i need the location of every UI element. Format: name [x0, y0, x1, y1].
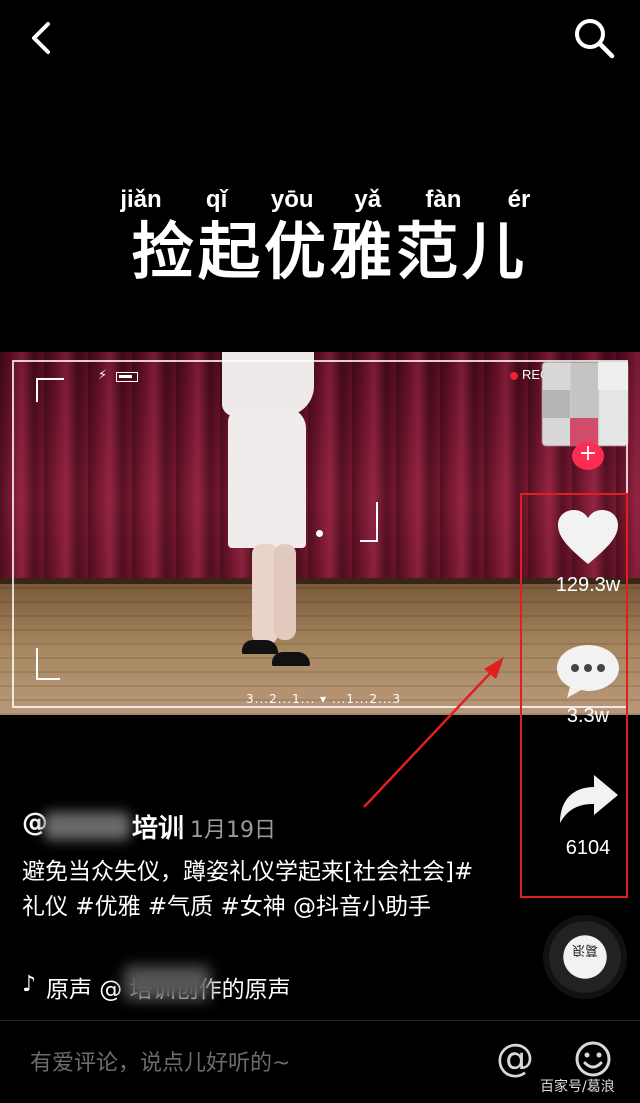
music-note-icon: ♪ [22, 972, 37, 997]
post-date: · 1月19日 [176, 818, 276, 843]
back-button[interactable] [22, 18, 62, 58]
music-author-blurred [124, 966, 210, 1000]
mention-button[interactable]: @ [496, 1036, 534, 1080]
flash-icon: ⚡ [98, 368, 108, 383]
avatar-pixel [542, 390, 570, 418]
comment-input[interactable]: 有爱评论，说点儿好听的~ [30, 1045, 290, 1077]
video-title: 捡起优雅范儿 [131, 215, 528, 288]
record-dot-icon [510, 372, 518, 380]
search-icon [575, 19, 615, 59]
annotation-arrow-icon [363, 657, 504, 808]
watermark: 百家号/葛浪 [540, 1079, 615, 1095]
focus-corner [360, 502, 378, 542]
smile-icon [575, 1041, 611, 1077]
emoji-button[interactable] [574, 1040, 612, 1078]
author-name-blurred [44, 812, 130, 840]
follow-button[interactable]: + [572, 442, 604, 470]
search-button[interactable] [572, 16, 616, 60]
battery-icon [116, 372, 138, 382]
focus-corner [36, 648, 60, 680]
music-disc-label: 葛浪 [572, 942, 599, 957]
focus-corner [36, 378, 64, 402]
annotation-box [520, 493, 628, 898]
avatar-pixel [598, 362, 628, 390]
music-title-start: 原声 [46, 977, 92, 1003]
chevron-left-icon [32, 22, 50, 54]
post-description: 避免当众失仪，蹲姿礼仪学起来[社会社会]#礼仪 #优雅 #气质 #女神 @抖音小… [22, 859, 474, 920]
divider [0, 1020, 640, 1021]
focus-center-dot [316, 530, 323, 537]
